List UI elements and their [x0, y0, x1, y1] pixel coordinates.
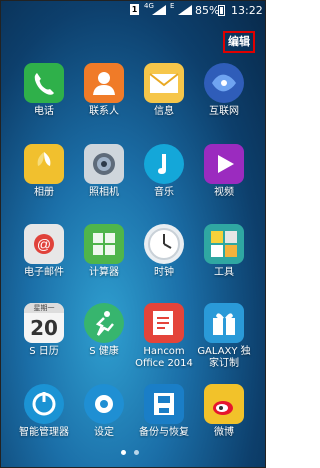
signal-strength-secondary-icon: [178, 5, 192, 15]
calendar-icon: 星期一 20: [24, 303, 64, 343]
internet-icon: [204, 63, 244, 103]
hancom-office-icon: [144, 303, 184, 343]
backup-restore-icon: [144, 384, 184, 424]
svg-text:@: @: [37, 236, 51, 252]
video-icon: [204, 144, 244, 184]
app-messages[interactable]: 信息: [133, 63, 195, 127]
app-galaxy-gift[interactable]: GALAXY 独家订制: [193, 303, 255, 369]
app-hancom-office[interactable]: Hancom Office 2014: [133, 303, 195, 369]
app-label: 视频: [214, 187, 234, 198]
clock-icon: [144, 224, 184, 264]
app-calculator[interactable]: 计算器: [73, 224, 135, 288]
settings-icon: [84, 384, 124, 424]
app-tools[interactable]: 工具: [193, 224, 255, 288]
app-label: Hancom Office 2014: [135, 346, 193, 369]
app-weibo[interactable]: 微博: [193, 384, 255, 448]
calendar-weekday: 星期一: [24, 303, 64, 313]
page-dot: [134, 450, 139, 455]
network-type-secondary: E: [170, 2, 175, 10]
app-s-calendar[interactable]: 星期一 20 S 日历: [13, 303, 75, 367]
app-label: 微博: [214, 427, 234, 438]
galaxy-gift-icon: [204, 303, 244, 343]
calendar-day: 20: [30, 316, 58, 340]
clock: 13:22: [231, 4, 263, 17]
app-label: 备份与恢复: [139, 427, 189, 438]
page-dot-current: [121, 450, 126, 455]
app-contacts[interactable]: 联系人: [73, 63, 135, 127]
app-label: 互联网: [209, 106, 239, 117]
smart-manager-icon: [24, 384, 64, 424]
sim-indicator: 1: [130, 4, 139, 15]
app-settings[interactable]: 设定: [73, 384, 135, 448]
app-music[interactable]: 音乐: [133, 144, 195, 208]
app-s-health[interactable]: S 健康: [73, 303, 135, 367]
app-camera[interactable]: 照相机: [73, 144, 135, 208]
app-smart-manager[interactable]: 智能管理器: [13, 384, 75, 448]
edit-button[interactable]: 编辑: [223, 31, 255, 53]
app-label: 计算器: [89, 267, 119, 278]
app-label: 音乐: [154, 187, 174, 198]
messages-icon: [144, 63, 184, 103]
app-gallery[interactable]: 相册: [13, 144, 75, 208]
app-label: S 健康: [89, 346, 119, 357]
signal-strength-icon: [152, 5, 166, 15]
app-label: 时钟: [154, 267, 174, 278]
app-label: 工具: [214, 267, 234, 278]
phone-icon: [24, 63, 64, 103]
app-backup-restore[interactable]: 备份与恢复: [133, 384, 195, 448]
weibo-icon: [204, 384, 244, 424]
camera-icon: [84, 144, 124, 184]
contacts-icon: [84, 63, 124, 103]
music-icon: [144, 144, 184, 184]
battery-icon: [218, 5, 225, 16]
health-icon: [84, 303, 124, 343]
app-label: 相册: [34, 187, 54, 198]
app-internet[interactable]: 互联网: [193, 63, 255, 127]
app-label: 信息: [154, 106, 174, 117]
app-label: 照相机: [89, 187, 119, 198]
calculator-icon: [84, 224, 124, 264]
app-label: 智能管理器: [19, 427, 69, 438]
app-label: 联系人: [89, 106, 119, 117]
app-label: 设定: [94, 427, 114, 438]
app-phone[interactable]: 电话: [13, 63, 75, 127]
app-email[interactable]: @ 电子邮件: [13, 224, 75, 288]
battery-percent: 85%: [195, 4, 220, 17]
status-bar: 1 4G E 85% 13:22: [1, 1, 265, 19]
app-label: GALAXY 独家订制: [197, 346, 251, 369]
app-label: 电话: [34, 106, 54, 117]
app-video[interactable]: 视频: [193, 144, 255, 208]
app-label: S 日历: [29, 346, 59, 357]
app-label: 电子邮件: [24, 267, 64, 278]
page-indicator: [114, 449, 158, 457]
gallery-icon: [24, 144, 64, 184]
home-screen: 1 4G E 85% 13:22 编辑 电话 联系人 信息 互联网 相册 照相机…: [0, 0, 266, 468]
email-icon: @: [24, 224, 64, 264]
tools-icon: [204, 224, 244, 264]
app-clock[interactable]: 时钟: [133, 224, 195, 288]
